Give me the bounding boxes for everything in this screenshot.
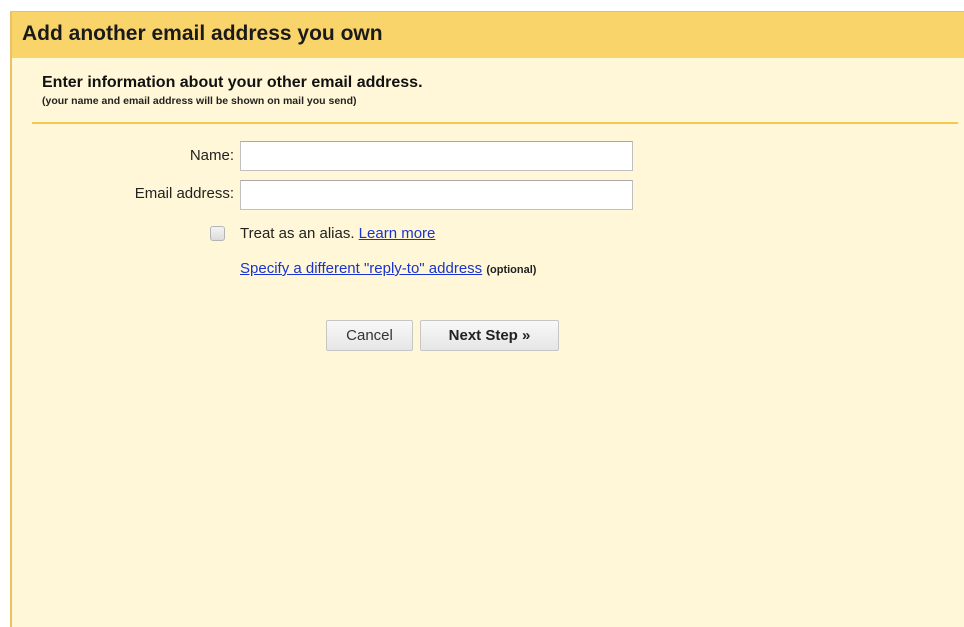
email-address-input[interactable] [240,180,633,210]
alias-label: Treat as an alias. [240,225,355,242]
name-label: Name: [189,147,234,164]
alias-row: Treat as an alias. Learn more [240,225,435,242]
form-subheading: (your name and email address will be sho… [42,95,357,107]
learn-more-link[interactable]: Learn more [359,225,436,242]
add-email-dialog: Add another email address you own Enter … [10,11,964,627]
optional-note: (optional) [486,264,537,276]
next-step-button[interactable]: Next Step » [420,320,559,351]
cancel-button[interactable]: Cancel [326,320,413,351]
email-address-label: Email address: [134,185,234,202]
name-input[interactable] [240,141,633,171]
reply-to-link[interactable]: Specify a different "reply-to" address [240,260,482,277]
treat-as-alias-checkbox[interactable] [210,226,225,241]
reply-to-row: Specify a different "reply-to" address (… [240,260,536,277]
dialog-title-bar: Add another email address you own [12,11,964,58]
dialog-title: Add another email address you own [22,22,383,45]
section-divider [32,122,958,124]
form-heading: Enter information about your other email… [42,74,423,91]
